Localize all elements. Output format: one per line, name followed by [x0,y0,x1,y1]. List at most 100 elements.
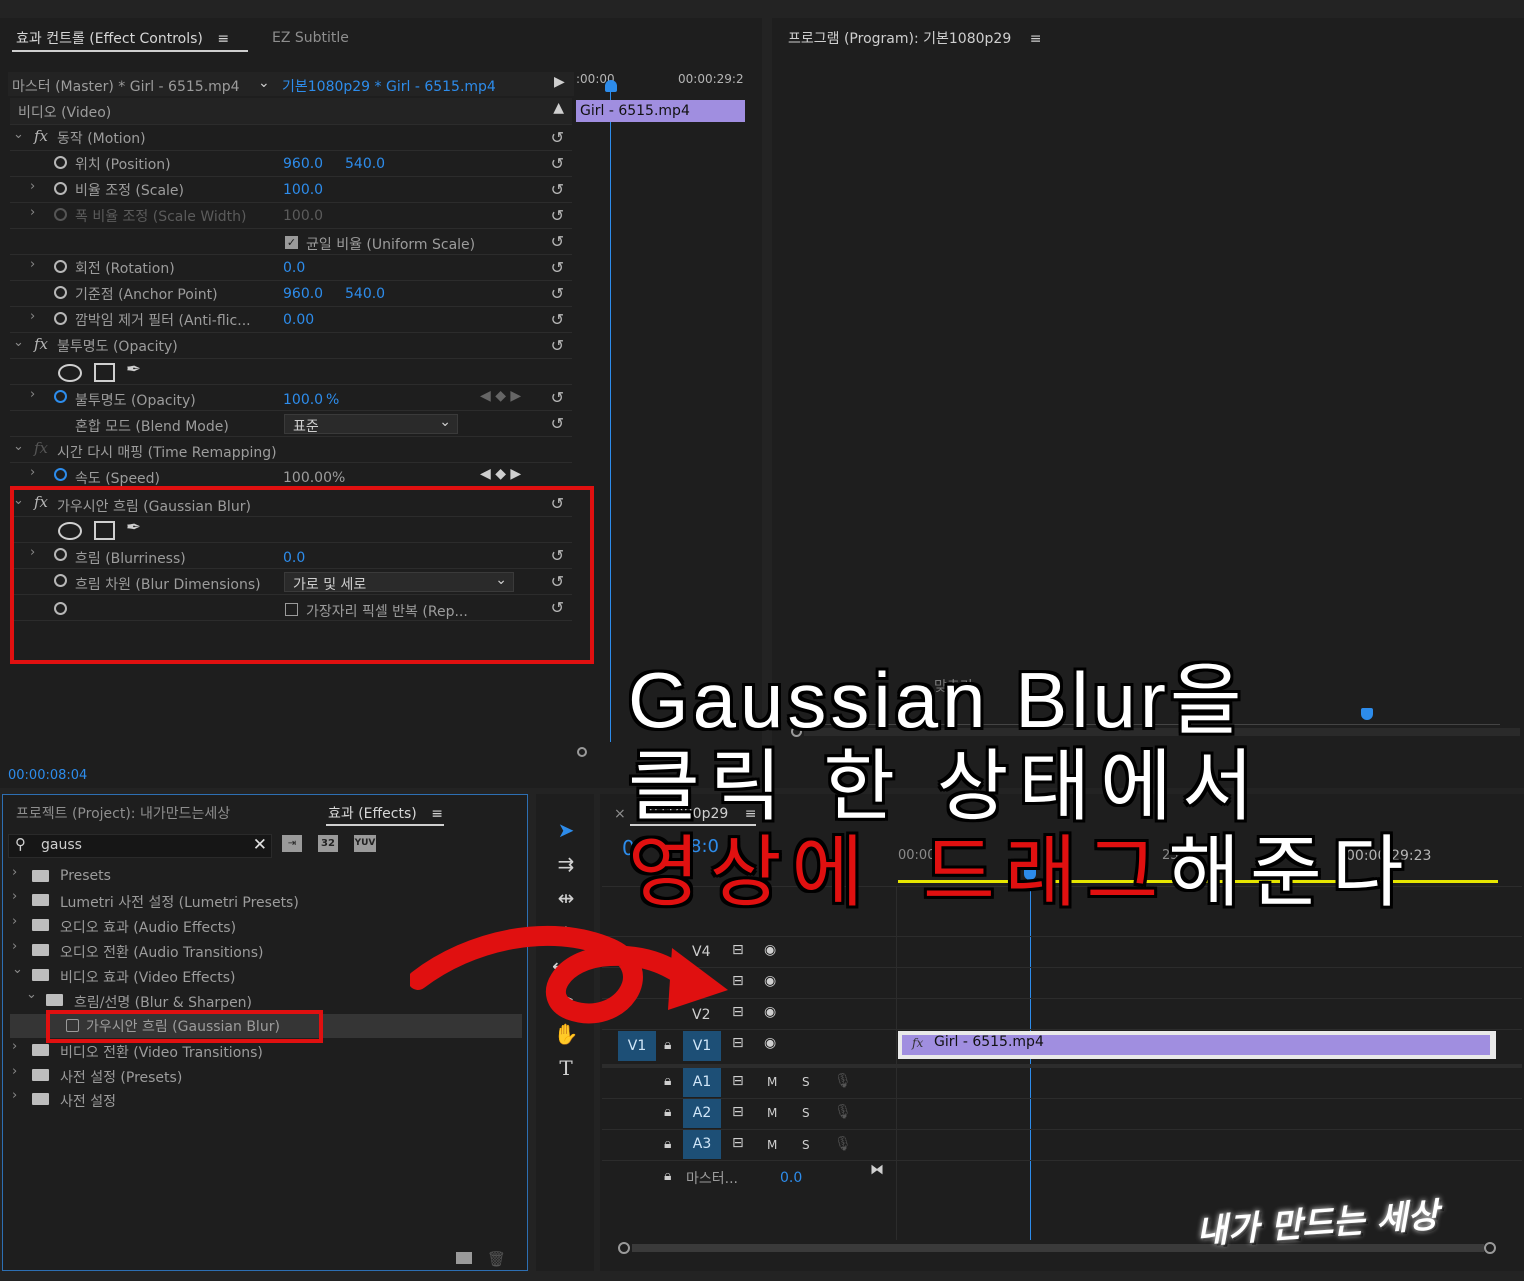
mute-button[interactable]: M [767,1075,777,1089]
ec-clip-bar[interactable]: Girl - 6515.mp4 [576,100,745,122]
tab-effects[interactable]: 효과 (Effects) ≡ [328,803,443,823]
timeline-scroll-right-handle[interactable] [1484,1242,1496,1254]
lock-icon[interactable]: 🔒︎ [664,1104,671,1120]
search-input[interactable]: gauss [41,837,82,853]
reset-icon[interactable]: ↺ [551,128,564,147]
mute-button[interactable]: M [767,1138,777,1152]
anchor-x-value[interactable]: 960.0 [283,286,323,302]
ec-playhead-icon[interactable] [605,80,617,92]
reset-icon[interactable]: ↺ [551,414,564,433]
time-remap-row[interactable]: ⌄ fx 시간 다시 매핑 (Time Remapping) [10,436,572,463]
program-monitor-title[interactable]: 프로그램 (Program): 기본1080p29 ≡ [788,28,1041,48]
ec-scroll-handle[interactable] [577,747,587,757]
fx-icon[interactable]: fx [34,127,48,145]
reset-icon[interactable]: ↺ [551,388,564,407]
anchor-y-value[interactable]: 540.0 [345,286,385,302]
panel-menu-icon[interactable]: ≡ [1030,31,1042,47]
sequence-clip-dropdown[interactable]: 기본1080p29 * Girl - 6515.mp4 [282,76,496,96]
track-a2-label[interactable]: A2 [683,1099,721,1128]
effects-search-box[interactable]: ⚲ gauss ✕ [8,834,272,858]
sync-lock-icon[interactable]: ⊟ [732,1104,744,1120]
keyframe-nav-icon[interactable]: ◀ ◆ ▶ [480,388,521,404]
microphone-icon[interactable]: 🎙︎ [834,1104,852,1120]
chevron-down-icon[interactable]: ⌄ [13,127,24,142]
tab-effect-controls[interactable]: 효과 컨트롤 (Effect Controls) ≡ [16,28,229,48]
type-tool-icon[interactable]: T [552,1054,580,1082]
sync-lock-icon[interactable]: ⊟ [732,1135,744,1151]
timeline-scroll-left-handle[interactable] [618,1242,630,1254]
track-select-tool-icon[interactable]: ⇉ [552,850,580,878]
chevron-down-icon[interactable]: ⌄ [13,335,24,350]
chevron-down-icon[interactable]: ⌄ [13,439,24,454]
uniform-scale-checkbox[interactable]: ✓ [285,236,298,249]
32bit-effects-icon[interactable]: 32 [318,835,338,852]
timeline-scrollbar[interactable] [632,1244,1484,1252]
reset-icon[interactable]: ↺ [551,284,564,303]
mute-button[interactable]: M [767,1106,777,1120]
blend-mode-dropdown[interactable]: 표준 ⌄ [284,414,458,435]
stopwatch-icon[interactable] [54,312,67,325]
panel-menu-icon[interactable]: ≡ [431,806,443,822]
pen-mask-icon[interactable]: ✒ [126,359,141,380]
chevron-right-icon[interactable]: › [30,309,35,324]
stopwatch-icon[interactable] [54,260,67,273]
reset-icon[interactable]: ↺ [551,154,564,173]
reset-icon[interactable]: ↺ [551,180,564,199]
new-bin-icon[interactable] [456,1252,472,1264]
ec-timecode[interactable]: 00:00:08:04 [8,768,87,783]
reset-icon[interactable]: ↺ [551,232,564,251]
stopwatch-icon[interactable] [54,286,67,299]
opacity-section-row[interactable]: ⌄ fx 불투명도 (Opacity) ↺ [10,332,572,359]
chevron-right-icon[interactable]: › [30,179,35,194]
lock-icon[interactable]: 🔒︎ [664,1136,671,1152]
motion-row[interactable]: ⌄ fx 동작 (Motion) ↺ [10,124,572,151]
track-a1-label[interactable]: A1 [683,1068,721,1097]
stopwatch-icon[interactable] [54,182,67,195]
accelerated-effects-icon[interactable]: ⇥ [282,835,302,852]
scale-value[interactable]: 100.0 [283,182,323,198]
antiflicker-value[interactable]: 0.00 [283,312,314,328]
eye-icon[interactable]: ◉ [764,942,776,958]
stopwatch-icon[interactable] [54,390,67,403]
rotation-value[interactable]: 0.0 [283,260,305,276]
ripple-edit-tool-icon[interactable]: ⇹ [552,884,580,912]
rectangle-mask-icon[interactable] [94,363,115,382]
panel-menu-icon[interactable]: ≡ [217,31,229,47]
fx-icon[interactable]: fx [34,335,48,353]
lock-icon[interactable]: 🔒︎ [664,1168,671,1184]
position-y-value[interactable]: 540.0 [345,156,385,172]
master-volume-value[interactable]: 0.0 [780,1170,802,1186]
speed-value[interactable]: 100.00% [283,470,345,486]
position-x-value[interactable]: 960.0 [283,156,323,172]
selection-tool-icon[interactable]: ➤ [552,816,580,844]
solo-button[interactable]: S [802,1106,810,1120]
reset-icon[interactable]: ↺ [551,336,564,355]
yuv-effects-icon[interactable]: YUV [354,835,376,852]
stopwatch-icon[interactable] [54,468,67,481]
tab-ez-subtitle[interactable]: EZ Subtitle [272,30,349,46]
collapse-up-icon[interactable]: ▲ [553,100,564,116]
program-playhead-icon[interactable] [1361,708,1373,720]
solo-button[interactable]: S [802,1138,810,1152]
opacity-value[interactable]: 100.0 [283,392,323,408]
eye-icon[interactable]: ◉ [764,973,776,989]
sequence-dropdown-chevron-icon[interactable]: ⌄ [258,75,270,91]
eye-icon[interactable]: ◉ [764,1004,776,1020]
keyframe-nav-icon[interactable]: ◀ ◆ ▶ [480,466,521,482]
close-icon[interactable]: × [614,806,626,822]
chevron-right-icon[interactable]: › [30,387,35,402]
eye-icon[interactable]: ◉ [764,1035,776,1051]
sync-lock-icon[interactable]: ⊟ [732,1073,744,1089]
reset-icon[interactable]: ↺ [551,258,564,277]
ellipse-mask-icon[interactable] [58,364,82,382]
tab-project[interactable]: 프로젝트 (Project): 내가만드는세상 [16,803,230,823]
play-triangle-icon[interactable]: ▶ [554,74,565,90]
microphone-icon[interactable]: 🎙︎ [834,1136,852,1152]
chevron-right-icon[interactable]: › [30,257,35,272]
stopwatch-icon[interactable] [54,156,67,169]
chevron-right-icon[interactable]: › [30,465,35,480]
trash-icon[interactable]: 🗑 [487,1250,506,1268]
solo-button[interactable]: S [802,1075,810,1089]
track-a3-label[interactable]: A3 [683,1130,721,1159]
microphone-icon[interactable]: 🎙︎ [834,1073,852,1089]
